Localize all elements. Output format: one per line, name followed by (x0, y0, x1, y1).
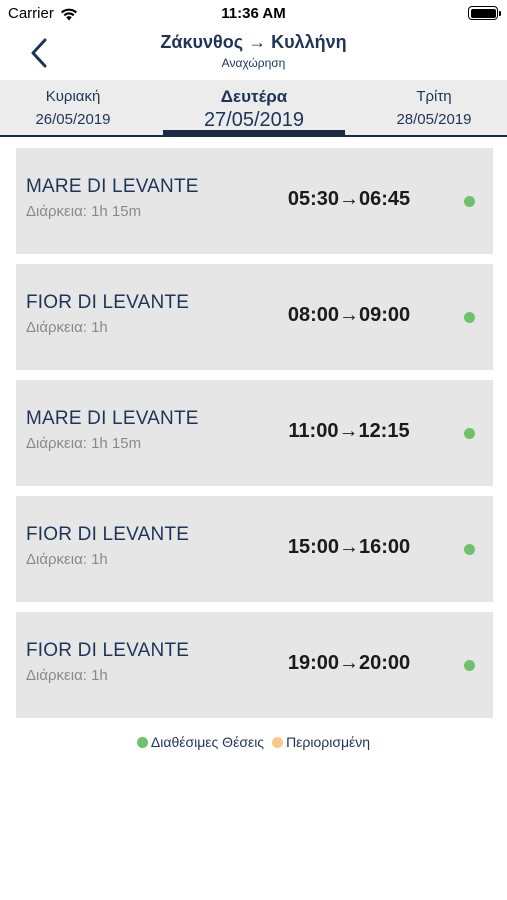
trip-duration: Διάρκεια: 1h 15m (26, 203, 142, 220)
date-tab-next[interactable]: Τρίτη 28/05/2019 (361, 80, 507, 136)
ship-name: FIOR DI LEVANTE (26, 292, 190, 313)
date-tab-date: 28/05/2019 (396, 111, 472, 128)
trip-duration: Διάρκεια: 1h (26, 551, 108, 568)
trip-duration: Διάρκεια: 1h (26, 319, 108, 336)
legend-label: Διαθέσιμες Θέσεις (150, 734, 265, 750)
availability-dot (464, 660, 475, 671)
trip-card[interactable]: FIOR DI LEVANTE Διάρκεια: 1h 08:00→09:00 (16, 264, 493, 370)
availability-dot (464, 428, 475, 439)
availability-dot (464, 544, 475, 555)
availability-legend: Διαθέσιμες Θέσεις Περιορισμένη (0, 734, 507, 750)
legend-limited: Περιορισμένη (272, 734, 370, 750)
ship-name: MARE DI LEVANTE (26, 176, 199, 197)
date-tab-date: 27/05/2019 (203, 109, 305, 131)
date-tab-day: Τρίτη (416, 88, 452, 105)
trip-card[interactable]: MARE DI LEVANTE Διάρκεια: 1h 15m 05:30→0… (16, 148, 493, 254)
date-strip-divider (0, 135, 507, 137)
legend-label: Περιορισμένη (286, 734, 371, 750)
availability-dot (464, 312, 475, 323)
date-tab-day: Κυριακή (45, 88, 101, 105)
date-tab-date: 26/05/2019 (35, 111, 111, 128)
legend-dot (136, 736, 148, 748)
ship-name: FIOR DI LEVANTE (26, 524, 190, 545)
route-subtitle: Αναχώρηση (221, 56, 286, 70)
status-time: 11:36 AM (221, 5, 286, 22)
battery-icon (468, 6, 501, 20)
trip-duration: Διάρκεια: 1h (26, 667, 108, 684)
trip-card[interactable]: FIOR DI LEVANTE Διάρκεια: 1h 15:00→16:00 (16, 496, 493, 602)
trip-time: 11:00→12:15 (288, 420, 410, 442)
legend-available: Διαθέσιμες Θέσεις (136, 734, 265, 750)
trip-time: 05:30→06:45 (287, 188, 411, 210)
trip-time: 08:00→09:00 (287, 304, 411, 326)
date-tab-previous[interactable]: Κυριακή 26/05/2019 (0, 80, 146, 136)
trip-card[interactable]: FIOR DI LEVANTE Διάρκεια: 1h 19:00→20:00 (16, 612, 493, 718)
availability-dot (464, 196, 475, 207)
ship-name: MARE DI LEVANTE (26, 408, 199, 429)
trip-time: 15:00→16:00 (287, 536, 411, 558)
route-title: Ζάκυνθος → Κυλλήνη (160, 32, 347, 52)
date-tab-day: Δευτέρα (220, 87, 288, 106)
legend-dot (272, 736, 284, 748)
trip-list: MARE DI LEVANTE Διάρκεια: 1h 15m 05:30→0… (16, 148, 493, 728)
ship-name: FIOR DI LEVANTE (26, 640, 190, 661)
trip-time: 19:00→20:00 (287, 652, 411, 674)
date-selector: Κυριακή 26/05/2019 Δευτέρα 27/05/2019 Τρ… (0, 80, 507, 136)
navigation-bar: Ζάκυνθος → Κυλλήνη Αναχώρηση (0, 28, 507, 78)
status-bar: Carrier 11:36 AM (0, 0, 507, 28)
trip-card[interactable]: MARE DI LEVANTE Διάρκεια: 1h 15m 11:00→1… (16, 380, 493, 486)
date-tab-current[interactable]: Δευτέρα 27/05/2019 (163, 80, 345, 136)
trip-duration: Διάρκεια: 1h 15m (26, 435, 142, 452)
